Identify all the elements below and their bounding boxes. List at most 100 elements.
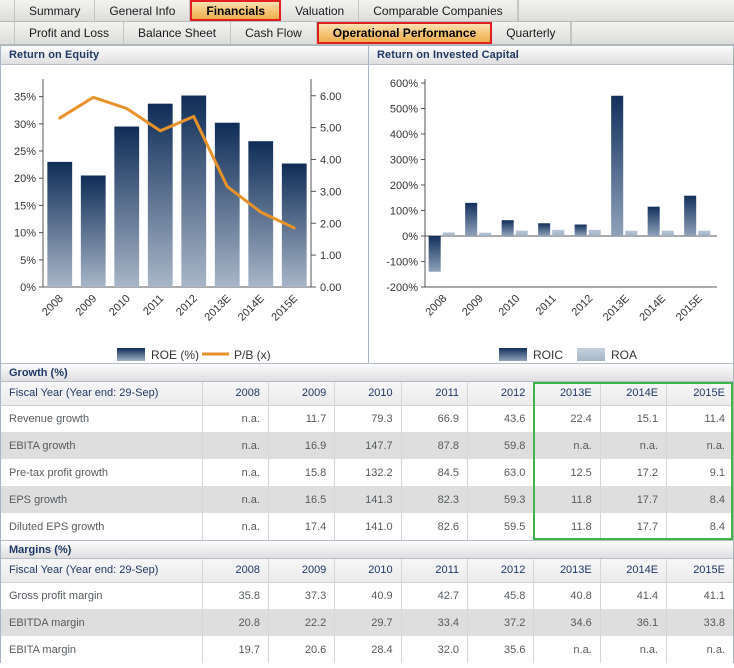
column-header-fiscal-year: Fiscal Year (Year end: 29-Sep) bbox=[1, 559, 203, 583]
column-header-2013E: 2013E bbox=[533, 382, 601, 406]
svg-text:2014E: 2014E bbox=[637, 293, 668, 324]
column-header-2009: 2009 bbox=[268, 382, 336, 406]
svg-text:2.00: 2.00 bbox=[320, 218, 341, 230]
tab-cash-flow[interactable]: Cash Flow bbox=[231, 22, 317, 44]
bar-roa-2012 bbox=[588, 229, 601, 236]
tab-operational-performance[interactable]: Operational Performance bbox=[316, 22, 493, 44]
table-cell: 82.6 bbox=[401, 513, 469, 540]
tab-general-info[interactable]: General Info bbox=[95, 0, 191, 21]
chart-roic[interactable]: -200% -100% 0% 100% 200% 300% 400% 500% 600% 2008… bbox=[369, 65, 733, 361]
svg-text:15%: 15% bbox=[14, 200, 36, 212]
tab-valuation[interactable]: Valuation bbox=[281, 0, 360, 21]
section-header-margins: Margins (%) bbox=[1, 540, 733, 559]
svg-text:2011: 2011 bbox=[534, 293, 559, 318]
secondary-tab-bar: Profit and Loss Balance Sheet Cash Flow … bbox=[0, 22, 734, 45]
bar-roic-2013E bbox=[611, 95, 624, 236]
table-cell: 147.7 bbox=[334, 432, 402, 459]
table-cell: 11.8 bbox=[533, 486, 601, 513]
svg-text:2012: 2012 bbox=[570, 293, 596, 319]
tab-label: Cash Flow bbox=[245, 26, 302, 40]
table-cell: 40.8 bbox=[533, 582, 601, 609]
secondary-tab-filler bbox=[570, 22, 734, 44]
panel-return-on-equity: Return on Equity 0% 5% 10% 15% 20% 25% 30% 35% 0… bbox=[0, 45, 368, 363]
table-cell: 82.3 bbox=[401, 486, 469, 513]
tab-financials[interactable]: Financials bbox=[190, 0, 282, 21]
table-cell: 22.2 bbox=[268, 609, 336, 636]
table-cell: 19.7 bbox=[202, 636, 269, 663]
svg-text:0%: 0% bbox=[402, 231, 418, 243]
bar-roe-2008 bbox=[47, 161, 73, 287]
bar-roe-2014E bbox=[248, 141, 274, 287]
tab-label: Operational Performance bbox=[332, 26, 477, 40]
table-cell: 28.4 bbox=[334, 636, 402, 663]
chart-roe[interactable]: 0% 5% 10% 15% 20% 25% 30% 35% 0.00 1.00 2.00 3.00 4.… bbox=[1, 65, 367, 361]
tab-quarterly[interactable]: Quarterly bbox=[492, 22, 571, 44]
svg-text:2014E: 2014E bbox=[236, 293, 267, 324]
table-cell: 41.1 bbox=[666, 582, 733, 609]
row-label: EPS growth bbox=[1, 486, 203, 513]
tab-profit-and-loss[interactable]: Profit and Loss bbox=[14, 22, 125, 44]
tab-summary[interactable]: Summary bbox=[14, 0, 96, 21]
row-label: Revenue growth bbox=[1, 405, 203, 432]
svg-text:600%: 600% bbox=[390, 78, 418, 90]
column-header-2015E: 2015E bbox=[666, 382, 733, 406]
svg-text:0%: 0% bbox=[20, 282, 36, 294]
charts-row: Return on Equity 0% 5% 10% 15% 20% 25% 30% 35% 0… bbox=[0, 45, 734, 363]
table-cell: n.a. bbox=[202, 486, 269, 513]
bar-roa-2010 bbox=[515, 230, 528, 236]
tab-comparable-companies[interactable]: Comparable Companies bbox=[359, 0, 518, 21]
bar-roa-2009 bbox=[479, 232, 492, 236]
svg-text:2015E: 2015E bbox=[269, 293, 300, 324]
column-header-2014E: 2014E bbox=[600, 382, 668, 406]
svg-text:2015E: 2015E bbox=[674, 293, 705, 324]
row-label: EBITDA margin bbox=[1, 609, 203, 636]
table-cell: 17.4 bbox=[268, 513, 336, 540]
svg-text:2013E: 2013E bbox=[601, 293, 632, 324]
tab-label: Valuation bbox=[295, 3, 345, 18]
bar-roe-2012 bbox=[181, 95, 207, 288]
table-cell: 33.8 bbox=[666, 609, 733, 636]
table-cell: 11.8 bbox=[533, 513, 601, 540]
tab-label: Financials bbox=[206, 3, 266, 18]
section-header-growth: Growth (%) bbox=[1, 363, 733, 382]
table-cell: n.a. bbox=[202, 459, 269, 486]
column-header-2015E: 2015E bbox=[666, 559, 733, 583]
tab-label: Summary bbox=[29, 3, 81, 18]
svg-text:2008: 2008 bbox=[40, 293, 66, 319]
table-cell: 11.7 bbox=[268, 405, 336, 432]
svg-text:1.00: 1.00 bbox=[320, 250, 341, 262]
svg-text:4.00: 4.00 bbox=[320, 155, 341, 167]
column-header-2010: 2010 bbox=[334, 382, 402, 406]
row-label: EBITA margin bbox=[1, 636, 203, 663]
primary-tab-filler bbox=[517, 0, 734, 21]
table-cell: 37.3 bbox=[268, 582, 336, 609]
section-margins: Margins (%) Fiscal Year (Year end: 29-Se… bbox=[0, 540, 734, 663]
svg-text:2010: 2010 bbox=[107, 293, 133, 319]
table-row: Revenue growth n.a. 11.7 79.3 66.9 43.6 22.4 15… bbox=[1, 405, 733, 432]
svg-text:-100%: -100% bbox=[386, 257, 418, 269]
table-cell: n.a. bbox=[202, 432, 269, 459]
table-cell: 17.7 bbox=[600, 486, 668, 513]
svg-text:2012: 2012 bbox=[174, 293, 200, 319]
section-growth: Growth (%) Fiscal Year (Year end: 29-Sep… bbox=[0, 363, 734, 540]
panel-title-roe: Return on Equity bbox=[9, 49, 100, 61]
table-row: Diluted EPS growth n.a. 17.4 141.0 82.6 59.5 1… bbox=[1, 513, 733, 540]
bar-roic-2008 bbox=[428, 236, 441, 272]
bar-roic-2010 bbox=[501, 220, 514, 236]
tab-balance-sheet[interactable]: Balance Sheet bbox=[124, 22, 232, 44]
table-cell: 35.6 bbox=[467, 636, 535, 663]
table-cell: 132.2 bbox=[334, 459, 402, 486]
bar-roe-2013E bbox=[214, 122, 240, 287]
svg-text:2013E: 2013E bbox=[202, 293, 233, 324]
tab-label: Quarterly bbox=[506, 26, 556, 40]
svg-text:2011: 2011 bbox=[141, 293, 166, 318]
margins-header-row: Fiscal Year (Year end: 29-Sep) 2008 2009 20… bbox=[1, 559, 733, 583]
tab-label: Balance Sheet bbox=[138, 26, 217, 40]
tab-label: Profit and Loss bbox=[29, 26, 110, 40]
column-header-2013E: 2013E bbox=[533, 559, 601, 583]
column-header-2012: 2012 bbox=[467, 559, 535, 583]
column-header-2014E: 2014E bbox=[600, 559, 668, 583]
column-header-2011: 2011 bbox=[401, 559, 469, 583]
column-header-2010: 2010 bbox=[334, 559, 402, 583]
panel-title-roic: Return on Invested Capital bbox=[377, 49, 519, 61]
